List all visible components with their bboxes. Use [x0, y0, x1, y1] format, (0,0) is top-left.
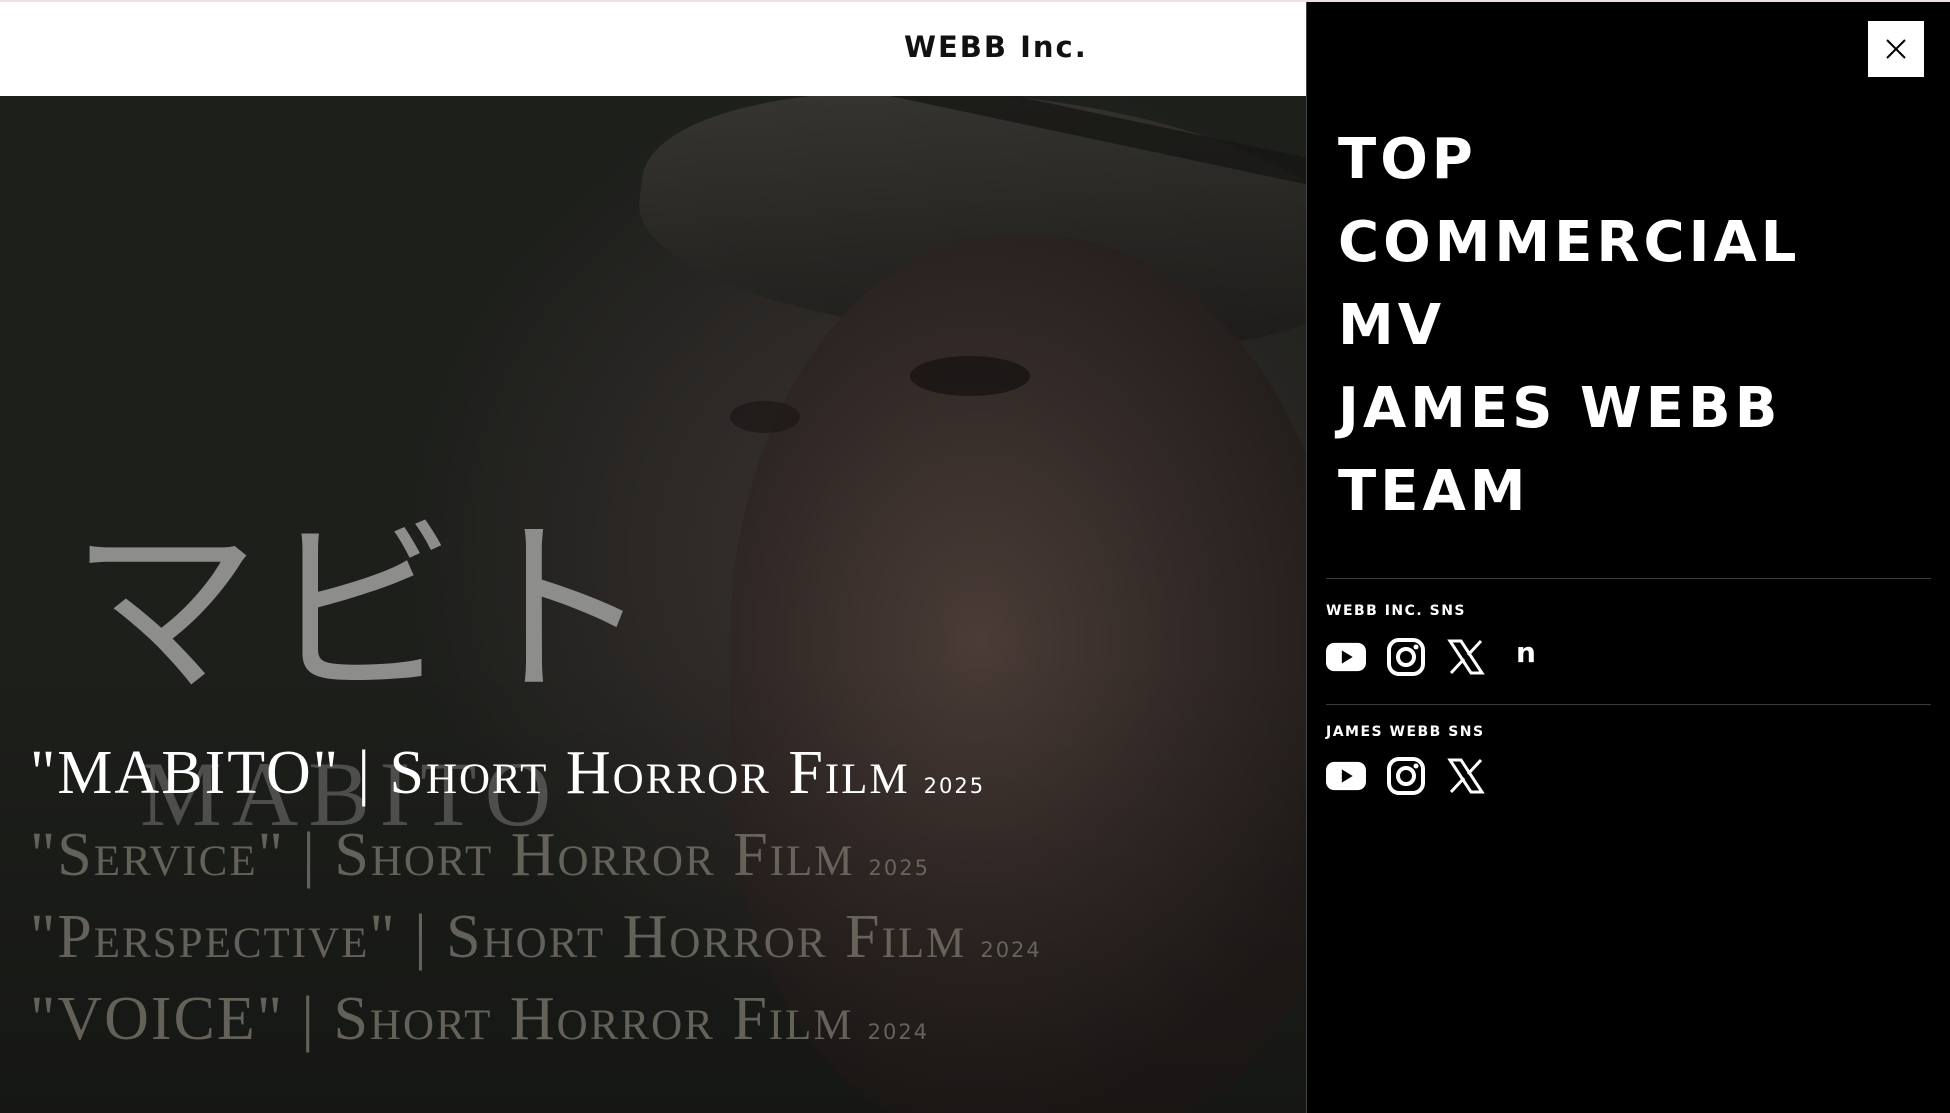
site-logo[interactable]: WEBB Inc.: [904, 30, 1088, 64]
film-item-service[interactable]: "Service" | Short Horror Film 2025: [30, 814, 1042, 896]
instagram-icon: [1387, 757, 1425, 795]
youtube-link[interactable]: [1326, 756, 1366, 796]
film-item-title: "MABITO" | Short Horror Film: [30, 739, 910, 807]
menu-divider: [1326, 704, 1931, 705]
site-header: WEBB Inc.: [0, 2, 1306, 96]
film-item-perspective[interactable]: "Perspective" | Short Horror Film 2024: [30, 896, 1042, 978]
film-item-title: "VOICE" | Short Horror Film: [30, 985, 854, 1053]
main-nav: TOP COMMERCIAL MV JAMES WEBB TEAM: [1338, 118, 1801, 533]
film-title-japanese: マビト: [70, 500, 659, 721]
x-icon: [1447, 758, 1485, 794]
film-list: "MABITO" | Short Horror Film 2025 "Servic…: [30, 732, 1042, 1060]
james-webb-sns-links: [1326, 756, 1486, 796]
instagram-icon: [1387, 638, 1425, 676]
instagram-link[interactable]: [1386, 756, 1426, 796]
film-item-mabito[interactable]: "MABITO" | Short Horror Film 2025: [30, 732, 1042, 814]
nav-item-commercial[interactable]: COMMERCIAL: [1338, 201, 1801, 284]
nav-item-top[interactable]: TOP: [1338, 118, 1801, 201]
x-link[interactable]: [1446, 756, 1486, 796]
close-icon: [1886, 39, 1906, 59]
webb-inc-sns-links: n: [1326, 637, 1546, 677]
film-item-year: 2025: [868, 856, 930, 880]
nav-item-team[interactable]: TEAM: [1338, 450, 1801, 533]
film-item-year: 2025: [923, 774, 986, 798]
sns-group-label: JAMES WEBB SNS: [1326, 724, 1485, 740]
sns-group-label: WEBB INC. SNS: [1326, 603, 1466, 619]
note-link[interactable]: n: [1506, 637, 1546, 677]
film-item-voice[interactable]: "VOICE" | Short Horror Film 2024: [30, 978, 1042, 1060]
youtube-icon: [1326, 642, 1366, 672]
hero-video[interactable]: マビト MABITO "MABITO" | Short Horror Film 2…: [0, 96, 1306, 1113]
close-menu-button[interactable]: [1868, 21, 1924, 77]
film-item-title: "Service" | Short Horror Film: [30, 821, 855, 889]
nav-item-mv[interactable]: MV: [1338, 284, 1801, 367]
film-item-year: 2024: [980, 938, 1042, 962]
menu-divider: [1326, 578, 1931, 579]
youtube-link[interactable]: [1326, 637, 1366, 677]
film-item-title: "Perspective" | Short Horror Film: [30, 903, 967, 971]
film-item-year: 2024: [867, 1020, 930, 1044]
nav-item-james-webb[interactable]: JAMES WEBB: [1338, 367, 1801, 450]
instagram-link[interactable]: [1386, 637, 1426, 677]
x-icon: [1447, 639, 1485, 675]
youtube-icon: [1326, 761, 1366, 791]
x-link[interactable]: [1446, 637, 1486, 677]
note-icon: n: [1516, 636, 1536, 669]
